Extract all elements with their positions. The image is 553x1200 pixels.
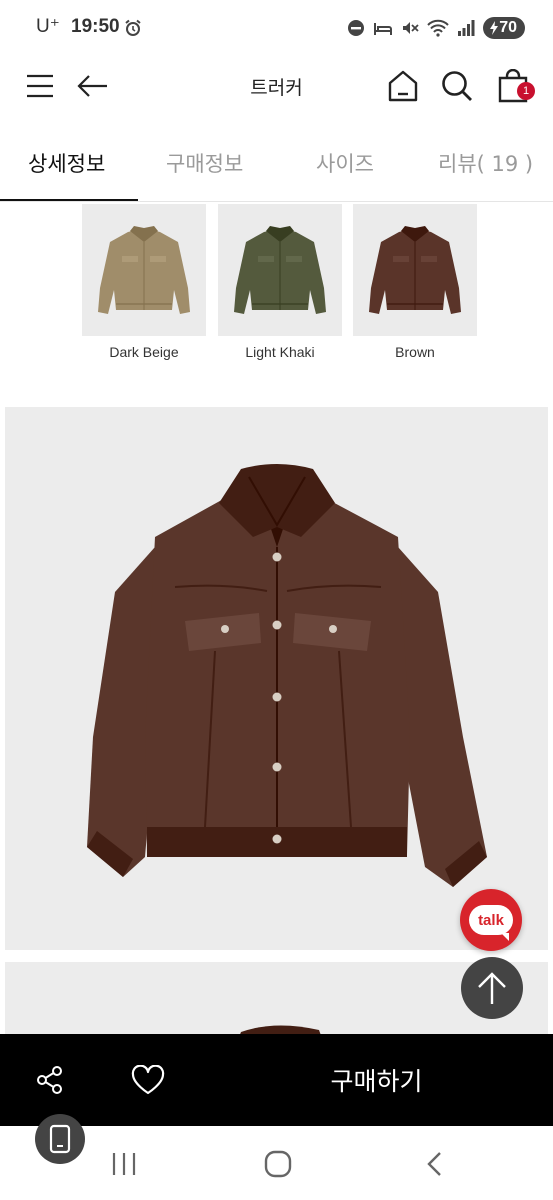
swatch-image [353, 204, 477, 336]
status-icons: 70 [347, 17, 525, 39]
recent-apps-button[interactable] [104, 1148, 144, 1180]
battery-level: 70 [499, 19, 517, 36]
tab-size[interactable]: 사이즈 [316, 148, 374, 178]
scroll-top-button[interactable] [461, 957, 523, 1019]
status-time: 19:50 [71, 16, 120, 37]
arrow-up-icon [478, 972, 506, 1004]
mute-icon [403, 22, 419, 34]
back-chevron-icon [427, 1152, 441, 1176]
charging-bolt-icon [490, 21, 499, 35]
tab-reviews[interactable]: 리뷰( 19 ) [438, 148, 533, 178]
jacket-thumbnail [234, 226, 326, 314]
screenshot-button[interactable] [35, 1114, 85, 1164]
battery-icon: 70 [483, 17, 525, 39]
color-swatches: Dark Beige Light Khaki Brown [0, 202, 553, 382]
swatch-dark-beige[interactable]: Dark Beige [82, 204, 206, 360]
swatch-label: Brown [395, 344, 435, 360]
product-image-main [5, 407, 548, 950]
status-left: U⁺ 19:50 [36, 15, 120, 38]
share-icon [37, 1066, 62, 1094]
carrier-label: U⁺ [36, 16, 60, 37]
search-button[interactable] [437, 66, 477, 106]
swatch-image [218, 204, 342, 336]
tab-detail-info[interactable]: 상세정보 [28, 148, 105, 178]
heart-icon [131, 1065, 165, 1095]
system-back-button[interactable] [414, 1148, 454, 1180]
jacket-image [87, 464, 487, 887]
screenshot-icon [49, 1124, 71, 1154]
do-not-disturb-icon [348, 20, 365, 36]
signal-icon [458, 20, 475, 36]
detail-tabs: 상세정보 구매정보 사이즈 리뷰( 19 ) [0, 136, 553, 202]
cart-count-badge: 1 [517, 82, 535, 100]
buy-button[interactable]: 구매하기 [200, 1034, 553, 1126]
tab-purchase-info[interactable]: 구매정보 [166, 148, 243, 178]
alarm-icon [125, 19, 141, 36]
wifi-icon [427, 19, 449, 37]
talk-bubble-icon: talk [469, 905, 513, 941]
system-home-button[interactable] [258, 1148, 298, 1180]
home-button[interactable] [383, 66, 423, 106]
swatch-light-khaki[interactable]: Light Khaki [218, 204, 342, 360]
talk-label: talk [478, 911, 504, 929]
app-header: 트러커 1 [0, 56, 553, 116]
search-icon [442, 71, 472, 101]
swatch-image [82, 204, 206, 336]
home-icon [388, 70, 418, 102]
purchase-bar: 구매하기 [0, 1034, 553, 1126]
status-bar: U⁺ 19:50 70 [0, 0, 553, 56]
wishlist-button[interactable] [130, 1062, 166, 1098]
home-circle-icon [264, 1150, 292, 1178]
jacket-thumbnail [98, 226, 190, 314]
recent-apps-icon [112, 1153, 136, 1175]
talk-chat-button[interactable]: talk [460, 889, 522, 951]
sleep-icon [374, 23, 393, 35]
swatch-brown[interactable]: Brown [353, 204, 477, 360]
share-button[interactable] [32, 1062, 68, 1098]
swatch-label: Dark Beige [109, 344, 179, 360]
swatch-label: Light Khaki [245, 344, 315, 360]
cart-button[interactable]: 1 [493, 66, 535, 106]
jacket-thumbnail [369, 226, 461, 314]
